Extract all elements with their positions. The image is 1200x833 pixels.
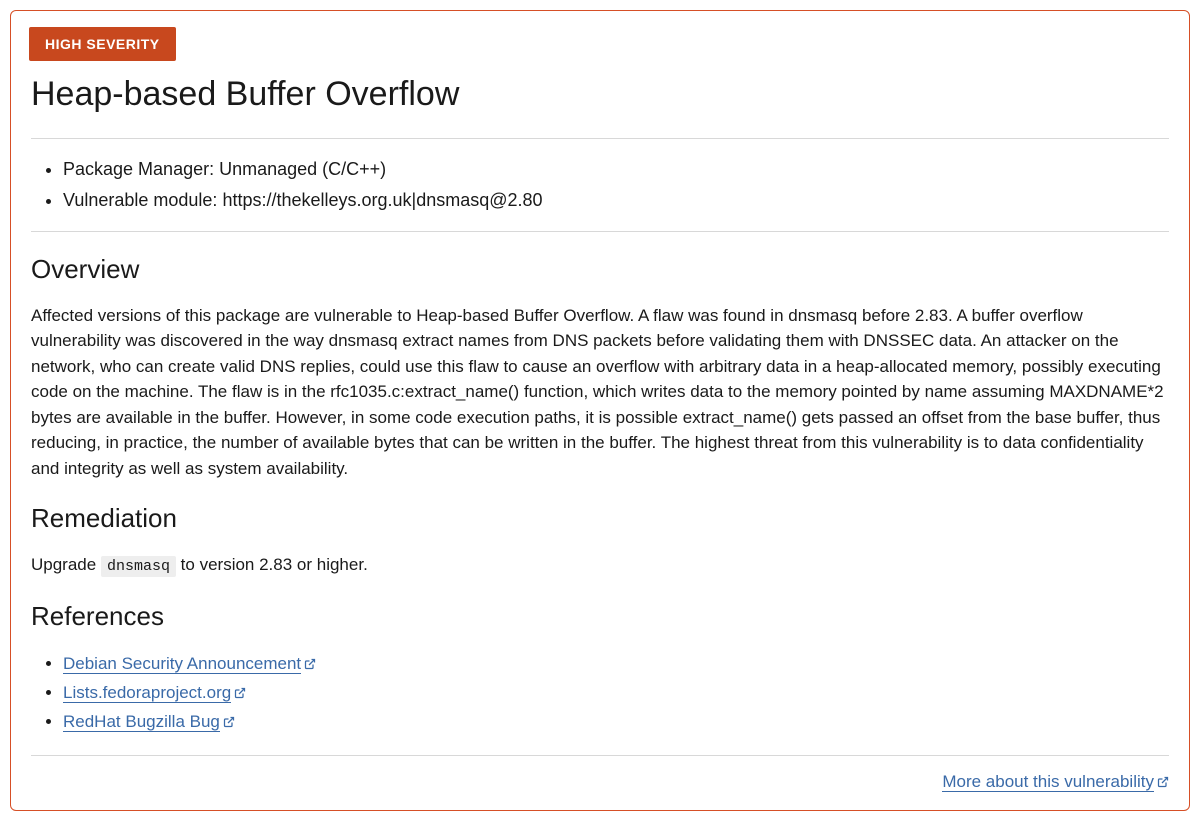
meta-vulnerable-module: Vulnerable module: https://thekelleys.or… — [63, 186, 1169, 215]
remediation-code: dnsmasq — [101, 556, 176, 577]
external-link-icon — [1157, 776, 1169, 788]
overview-heading: Overview — [31, 254, 1169, 285]
reference-item: Debian Security Announcement — [63, 650, 1169, 677]
meta-list: Package Manager: Unmanaged (C/C++) Vulne… — [31, 139, 1169, 231]
meta-value: Unmanaged (C/C++) — [219, 159, 386, 179]
meta-label: Vulnerable module: — [63, 190, 222, 210]
divider — [31, 231, 1169, 232]
meta-label: Package Manager: — [63, 159, 219, 179]
remediation-text: Upgrade dnsmasq to version 2.83 or highe… — [31, 552, 1169, 579]
reference-item: RedHat Bugzilla Bug — [63, 708, 1169, 735]
severity-badge: HIGH SEVERITY — [29, 27, 176, 61]
overview-text: Affected versions of this package are vu… — [31, 303, 1169, 482]
external-link-icon — [223, 716, 235, 728]
remediation-prefix: Upgrade — [31, 555, 101, 574]
divider — [31, 755, 1169, 756]
remediation-suffix: to version 2.83 or higher. — [176, 555, 368, 574]
reference-link[interactable]: Lists.fedoraproject.org — [63, 683, 231, 703]
more-link-row: More about this vulnerability — [31, 772, 1169, 792]
meta-value: https://thekelleys.org.uk|dnsmasq@2.80 — [222, 190, 542, 210]
external-link-icon — [234, 687, 246, 699]
more-about-link[interactable]: More about this vulnerability — [942, 772, 1154, 792]
remediation-heading: Remediation — [31, 503, 1169, 534]
reference-link[interactable]: RedHat Bugzilla Bug — [63, 712, 220, 732]
external-link-icon — [304, 658, 316, 670]
references-heading: References — [31, 601, 1169, 632]
reference-link[interactable]: Debian Security Announcement — [63, 654, 301, 674]
vulnerability-title: Heap-based Buffer Overflow — [31, 75, 1169, 114]
vulnerability-card: HIGH SEVERITY Heap-based Buffer Overflow… — [10, 10, 1190, 811]
meta-package-manager: Package Manager: Unmanaged (C/C++) — [63, 155, 1169, 184]
reference-item: Lists.fedoraproject.org — [63, 679, 1169, 706]
references-list: Debian Security Announcement Lists.fedor… — [31, 650, 1169, 736]
